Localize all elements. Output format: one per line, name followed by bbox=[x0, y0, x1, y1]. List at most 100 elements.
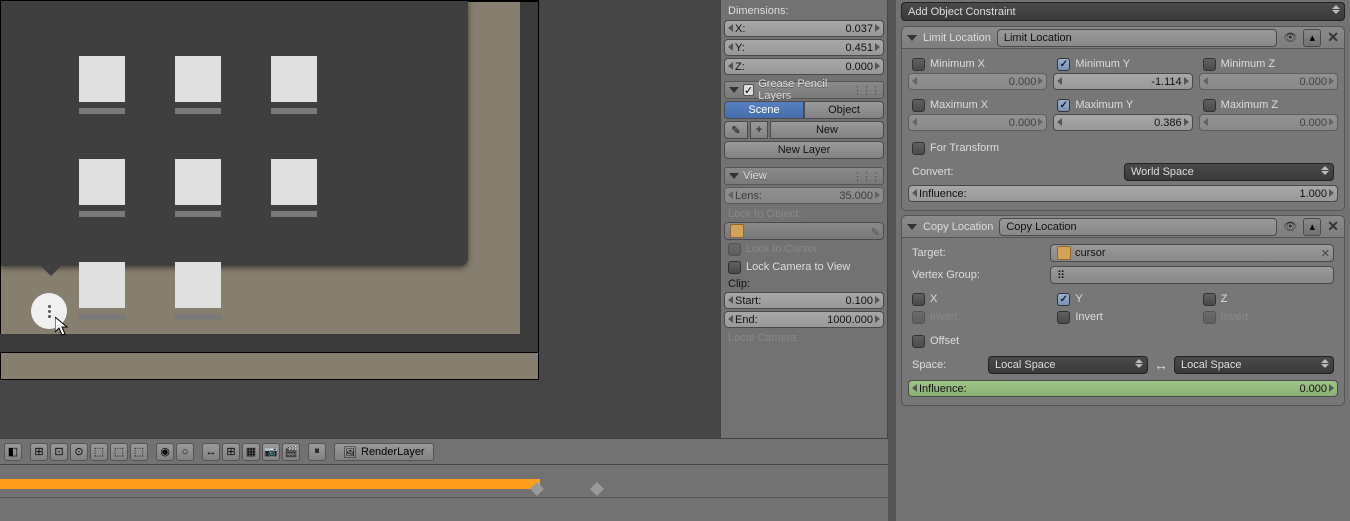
asset-thumb-3[interactable] bbox=[271, 56, 317, 114]
min-y-checkbox[interactable]: Minimum Y bbox=[1053, 55, 1192, 73]
min-x-value[interactable]: 0.000 bbox=[908, 73, 1047, 90]
min-y-value[interactable]: -1.114 bbox=[1053, 73, 1192, 90]
transform-icon[interactable]: ⊞ bbox=[222, 443, 240, 461]
render-layer-selector[interactable]: 🖼 RenderLayer bbox=[334, 443, 434, 461]
max-z-checkbox[interactable]: Maximum Z bbox=[1199, 96, 1338, 114]
constraint-type-label: Limit Location bbox=[923, 32, 991, 44]
mode-dropdown-icon[interactable]: ◧ bbox=[4, 443, 22, 461]
layers-icon[interactable]: ▦ bbox=[242, 443, 260, 461]
max-y-checkbox[interactable]: Maximum Y bbox=[1053, 96, 1192, 114]
lens-field[interactable]: Lens:35.000 bbox=[724, 187, 884, 204]
timeline[interactable] bbox=[0, 465, 890, 521]
asset-thumb-5[interactable] bbox=[175, 159, 221, 217]
n-panel: Dimensions: X:0.037 Y:0.451 Z:0.000 ✓ Gr… bbox=[720, 0, 887, 438]
snap-face-icon[interactable]: ⬚ bbox=[130, 443, 148, 461]
keyframe-1[interactable] bbox=[530, 475, 544, 489]
asset-thumb-2[interactable] bbox=[175, 56, 221, 114]
render-layer-label: RenderLayer bbox=[361, 446, 425, 458]
manipulator-icon[interactable]: ↔ bbox=[202, 443, 220, 461]
invert-y-checkbox[interactable]: Invert bbox=[1053, 308, 1192, 326]
drag-grip-icon[interactable]: ⋮⋮⋮ bbox=[852, 170, 879, 183]
offset-checkbox[interactable]: Offset bbox=[908, 332, 1338, 350]
cube-icon bbox=[730, 224, 744, 238]
invert-z-checkbox[interactable]: Invert bbox=[1199, 308, 1338, 326]
lock-to-object-field[interactable]: ✎ bbox=[724, 222, 884, 240]
min-z-checkbox[interactable]: Minimum Z bbox=[1199, 55, 1338, 73]
snap-icon[interactable]: ⊞ bbox=[30, 443, 48, 461]
convert-dropdown[interactable]: World Space bbox=[1124, 163, 1334, 181]
viewport-3d[interactable] bbox=[0, 0, 720, 438]
new-layer-button[interactable]: New Layer bbox=[724, 141, 884, 159]
viewport-header: ◧ ⊞ ⊡ ⊙ ⬚ ⬚ ⬚ ◉ ○ ↔ ⊞ ▦ 📷 🎬 ⏸ 🖼 RenderLa… bbox=[0, 438, 890, 464]
space-from-dropdown[interactable]: Local Space bbox=[988, 356, 1148, 374]
pencil-icon-button[interactable]: ✎ bbox=[724, 121, 748, 139]
snap-type-icon[interactable]: ⊡ bbox=[50, 443, 68, 461]
dimension-z[interactable]: Z:0.000 bbox=[724, 58, 884, 75]
copy-x-checkbox[interactable]: X bbox=[908, 290, 1047, 308]
lock-camera-to-view[interactable]: Lock Camera to View bbox=[724, 258, 884, 276]
snap-vert-icon[interactable]: ⬚ bbox=[90, 443, 108, 461]
asset-popup[interactable] bbox=[1, 1, 468, 266]
min-x-checkbox[interactable]: Minimum X bbox=[908, 55, 1047, 73]
clip-end[interactable]: End:1000.000 bbox=[724, 311, 884, 328]
grease-pencil-checkbox[interactable]: ✓ bbox=[743, 84, 754, 96]
target-field[interactable]: cursor ✕ bbox=[1050, 244, 1334, 262]
snap-target-icon[interactable]: ⊙ bbox=[70, 443, 88, 461]
vertex-group-field[interactable]: ⠿ bbox=[1050, 266, 1334, 284]
min-z-value[interactable]: 0.000 bbox=[1199, 73, 1338, 90]
space-to-dropdown[interactable]: Local Space bbox=[1174, 356, 1334, 374]
max-x-checkbox[interactable]: Maximum X bbox=[908, 96, 1047, 114]
render-slot-icon[interactable]: 📷 bbox=[262, 443, 280, 461]
camera-icon[interactable]: 🎬 bbox=[282, 443, 300, 461]
add-object-constraint-dropdown[interactable]: Add Object Constraint bbox=[901, 2, 1345, 21]
max-y-value[interactable]: 0.386 bbox=[1053, 114, 1192, 131]
eye-icon[interactable]: 👁 bbox=[1283, 31, 1297, 44]
pause-icon[interactable]: ⏸ bbox=[308, 443, 326, 461]
max-z-value[interactable]: 0.000 bbox=[1199, 114, 1338, 131]
shading-icon[interactable]: ◉ bbox=[156, 443, 174, 461]
for-transform-checkbox[interactable]: For Transform bbox=[908, 139, 1338, 157]
eyedropper-icon[interactable]: ✎ bbox=[871, 226, 880, 239]
gp-add-button[interactable]: + bbox=[750, 121, 768, 139]
influence-field[interactable]: Influence:1.000 bbox=[908, 185, 1338, 202]
keyframe-2[interactable] bbox=[590, 475, 604, 489]
max-x-value[interactable]: 0.000 bbox=[908, 114, 1047, 131]
region-separator[interactable] bbox=[888, 0, 896, 521]
gp-object-tab[interactable]: Object bbox=[804, 101, 884, 119]
eye-icon[interactable]: 👁 bbox=[1283, 220, 1297, 233]
move-up-button[interactable]: ▴ bbox=[1303, 218, 1321, 236]
invert-x-checkbox[interactable]: Invert bbox=[908, 308, 1047, 326]
asset-thumb-4[interactable] bbox=[79, 159, 125, 217]
space-label: Space: bbox=[912, 359, 982, 371]
influence-field[interactable]: Influence:0.000 bbox=[908, 380, 1338, 397]
drag-grip-icon[interactable]: ⋮⋮⋮ bbox=[852, 84, 879, 97]
constraint-name-field[interactable]: Limit Location bbox=[997, 29, 1277, 47]
gp-scene-tab[interactable]: Scene bbox=[724, 101, 804, 119]
dimension-y[interactable]: Y:0.451 bbox=[724, 39, 884, 56]
view-header[interactable]: View ⋮⋮⋮ bbox=[724, 167, 884, 185]
delete-constraint-button[interactable]: ✕ bbox=[1327, 29, 1339, 46]
copy-z-checkbox[interactable]: Z bbox=[1199, 290, 1338, 308]
clear-icon[interactable]: ✕ bbox=[1321, 247, 1330, 260]
clip-label: Clip: bbox=[724, 276, 884, 292]
delete-constraint-button[interactable]: ✕ bbox=[1327, 218, 1339, 235]
constraint-name-field[interactable]: Copy Location bbox=[999, 218, 1277, 236]
constraint-type-label: Copy Location bbox=[923, 221, 993, 233]
asset-thumb-1[interactable] bbox=[79, 56, 125, 114]
gp-new-button[interactable]: New bbox=[770, 121, 884, 139]
move-up-button[interactable]: ▴ bbox=[1303, 29, 1321, 47]
clip-start[interactable]: Start:0.100 bbox=[724, 292, 884, 309]
proportional-icon[interactable]: ○ bbox=[176, 443, 194, 461]
grease-pencil-header[interactable]: ✓ Grease Pencil Layers ⋮⋮⋮ bbox=[724, 81, 884, 99]
local-camera-label: Local Camera: bbox=[724, 330, 884, 346]
lock-to-cursor[interactable]: Lock to Cursor bbox=[724, 240, 884, 258]
copy-y-checkbox[interactable]: Y bbox=[1053, 290, 1192, 308]
collapse-toggle-icon[interactable] bbox=[907, 224, 917, 230]
convert-label: Convert: bbox=[912, 166, 954, 178]
dimension-x[interactable]: X:0.037 bbox=[724, 20, 884, 37]
asset-thumb-8[interactable] bbox=[175, 262, 221, 320]
asset-thumb-6[interactable] bbox=[271, 159, 317, 217]
collapse-toggle-icon[interactable] bbox=[907, 35, 917, 41]
asset-thumb-7[interactable] bbox=[79, 262, 125, 320]
snap-edge-icon[interactable]: ⬚ bbox=[110, 443, 128, 461]
